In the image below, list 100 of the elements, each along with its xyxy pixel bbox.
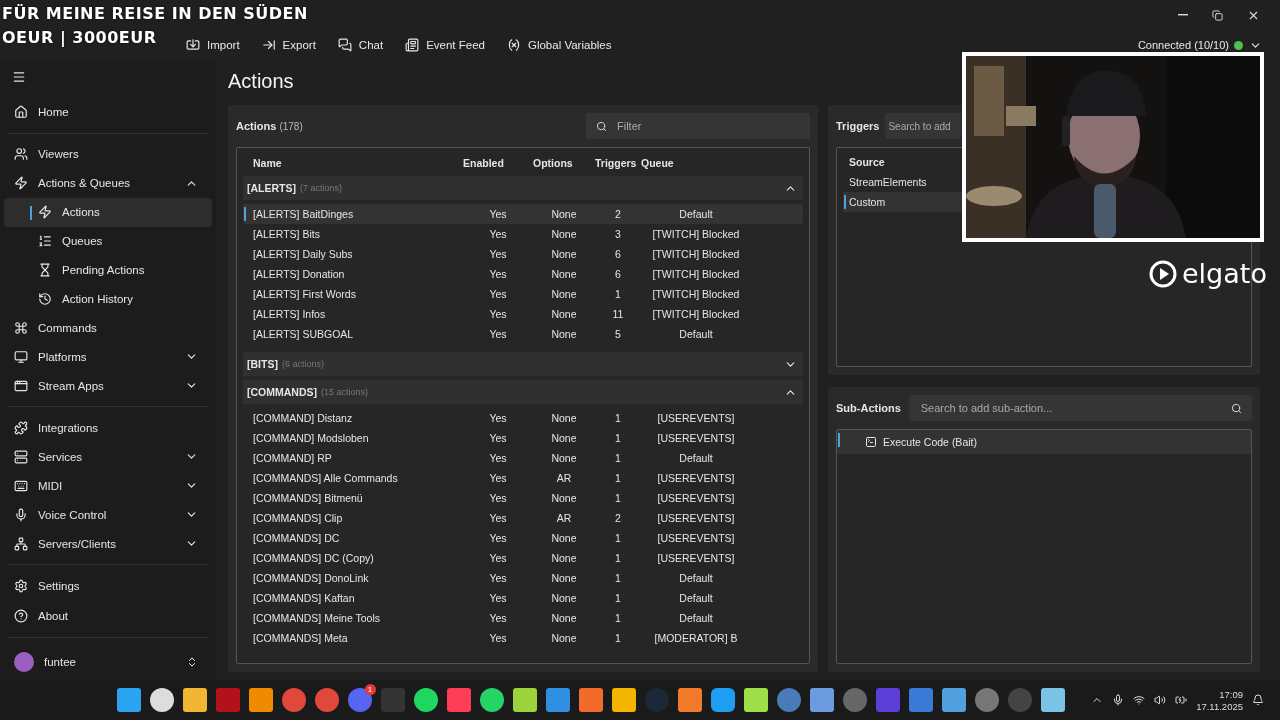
- toolbar-button[interactable]: Export: [250, 38, 327, 52]
- bell-icon[interactable]: [1252, 694, 1264, 706]
- app-icon[interactable]: [809, 688, 834, 712]
- app-icon[interactable]: [512, 688, 537, 712]
- menu-icon[interactable]: [12, 70, 26, 84]
- code-icon: [865, 436, 877, 448]
- sidebar-item[interactable]: Home: [4, 98, 212, 127]
- sidebar-item[interactable]: Commands: [4, 313, 212, 343]
- wifi-icon[interactable]: [1133, 694, 1146, 706]
- table-row[interactable]: [COMMANDS] DonoLink Yes None 1 Default: [243, 568, 803, 588]
- group-header[interactable]: [ALERTS] (7 actions): [243, 176, 803, 200]
- sidebar-item[interactable]: MIDI: [4, 471, 212, 501]
- sidebar-item[interactable]: Platforms: [4, 342, 212, 372]
- search-field[interactable]: Search to add: [885, 113, 962, 139]
- sidebar-item[interactable]: Queues: [4, 226, 212, 256]
- toolbar-button[interactable]: Event Feed: [394, 38, 496, 52]
- table-cell-text: Yes: [488, 328, 508, 340]
- group-count: (6 actions): [281, 359, 325, 369]
- table-cell-text: [COMMANDS] DonoLink: [253, 572, 370, 584]
- table-row[interactable]: [COMMAND] Distanz Yes None 1 [USEREVENTS]: [243, 408, 803, 428]
- minimize-button[interactable]: [1178, 14, 1188, 16]
- column-header[interactable]: Queue: [641, 157, 751, 169]
- column-header[interactable]: Triggers: [595, 157, 641, 169]
- filter-field[interactable]: Filter: [586, 113, 810, 139]
- sidebar-item[interactable]: Actions & Queues: [4, 168, 212, 198]
- sidebar-item[interactable]: Stream Apps: [4, 371, 212, 401]
- sidebar-item[interactable]: Services: [4, 442, 212, 472]
- table-row[interactable]: [COMMANDS] Meine Tools Yes None 1 Default: [243, 608, 803, 628]
- column-header[interactable]: Options: [533, 157, 595, 169]
- app-icon[interactable]: [677, 688, 702, 712]
- table-cell-text: Yes: [488, 592, 508, 604]
- app-icon[interactable]: [578, 688, 603, 712]
- command-icon: [14, 321, 28, 335]
- app-icon[interactable]: [116, 688, 141, 712]
- table-row[interactable]: [COMMANDS] Meta Yes None 1 [MODERATOR] B: [243, 628, 803, 648]
- table-cell-text: 1: [614, 612, 622, 624]
- list-icon: [38, 234, 52, 249]
- app-icon[interactable]: [479, 688, 504, 712]
- table-row[interactable]: [COMMANDS] Alle Commands Yes AR 1 [USEREVENTS]: [243, 468, 803, 488]
- app-icon[interactable]: [743, 688, 768, 712]
- table-row[interactable]: [COMMANDS] Clip Yes AR 2 [USEREVENTS]: [243, 508, 803, 528]
- table-cell-text: 1: [614, 632, 622, 644]
- app-icon[interactable]: [413, 688, 438, 712]
- app-icon[interactable]: [248, 688, 273, 712]
- table-row[interactable]: [ALERTS] Daily Subs Yes None 6 [TWITCH] Blocked: [243, 244, 803, 264]
- clock[interactable]: 17:09 17.11.2025: [1196, 688, 1243, 712]
- toolbar-button[interactable]: Global Variables: [495, 38, 623, 52]
- table-row[interactable]: [COMMAND] RP Yes None 1 Default: [243, 448, 803, 468]
- group-header[interactable]: [BITS] (6 actions): [243, 352, 803, 376]
- sidebar-item[interactable]: Integrations: [4, 413, 212, 443]
- battery-icon[interactable]: [1175, 694, 1188, 706]
- table-cell-text: 2: [614, 208, 622, 220]
- search-field[interactable]: Search to add: [888, 120, 959, 132]
- table-cell-text: Yes: [488, 432, 508, 444]
- table-row[interactable]: Custom: [843, 192, 963, 212]
- table-row[interactable]: [ALERTS] BaitDinges Yes None 2 Default: [243, 204, 803, 224]
- restore-button[interactable]: [1212, 9, 1223, 21]
- list-item[interactable]: Execute Code (Bait): [837, 430, 1251, 454]
- sidebar-item[interactable]: Voice Control: [4, 500, 212, 530]
- filter-field[interactable]: Filter: [615, 119, 800, 133]
- table-row[interactable]: [COMMANDS] Kaftan Yes None 1 Default: [243, 588, 803, 608]
- table-cell-text: None: [550, 228, 578, 240]
- app-icon[interactable]: [941, 688, 966, 712]
- table-row[interactable]: [ALERTS] SUBGOAL Yes None 5 Default: [243, 324, 803, 344]
- table-row[interactable]: [COMMANDS] DC Yes None 1 [USEREVENTS]: [243, 528, 803, 548]
- sidebar-item[interactable]: Actions: [4, 197, 212, 227]
- search-field[interactable]: Search to add sub-action...: [918, 401, 1223, 415]
- column-header[interactable]: Name: [253, 157, 463, 169]
- app-icon[interactable]: [710, 688, 735, 712]
- table-cell-text: AR: [555, 472, 573, 484]
- microphone-icon[interactable]: [1112, 694, 1125, 706]
- app-icon[interactable]: [1040, 688, 1065, 712]
- network-icon: [14, 536, 28, 551]
- column-header[interactable]: Source: [849, 156, 885, 168]
- table-row[interactable]: [COMMANDS] DC (Copy) Yes None 1 [USEREVENTS]: [243, 548, 803, 568]
- table-row[interactable]: [COMMANDS] Bitmenü Yes None 1 [USEREVENTS]: [243, 488, 803, 508]
- toolbar-button[interactable]: Chat: [326, 38, 395, 52]
- table-row[interactable]: StreamElements: [843, 172, 963, 192]
- sidebar-item[interactable]: About: [4, 601, 212, 631]
- app-icon[interactable]: [182, 688, 207, 712]
- user-switcher[interactable]: funtee: [4, 644, 212, 680]
- sidebar-item[interactable]: Settings: [4, 571, 212, 601]
- app-icon[interactable]: [611, 688, 636, 712]
- table-row[interactable]: [ALERTS] Bits Yes None 3 [TWITCH] Blocked: [243, 224, 803, 244]
- sidebar-item[interactable]: Pending Actions: [4, 255, 212, 285]
- table-cell-text: [TWITCH] Blocked: [651, 268, 741, 280]
- sidebar-item[interactable]: Action History: [4, 284, 212, 314]
- group-header[interactable]: [COMMANDS] (15 actions): [243, 380, 803, 404]
- table-row[interactable]: [ALERTS] Infos Yes None 11 [TWITCH] Blocked: [243, 304, 803, 324]
- table-row[interactable]: [ALERTS] First Words Yes None 1 [TWITCH] Blocked: [243, 284, 803, 304]
- table-row[interactable]: [ALERTS] Donation Yes None 6 [TWITCH] Blocked: [243, 264, 803, 284]
- app-icon[interactable]: [149, 688, 174, 712]
- table-cell-text: [COMMANDS] Meine Tools: [253, 612, 381, 624]
- column-header[interactable]: Enabled: [463, 157, 533, 169]
- search-field[interactable]: Search to add sub-action...: [908, 395, 1252, 421]
- toolbar-button[interactable]: Import: [175, 38, 251, 52]
- table-row[interactable]: [COMMAND] Modsloben Yes None 1 [USEREVENTS]: [243, 428, 803, 448]
- sidebar-item[interactable]: Viewers: [4, 139, 212, 169]
- speaker-icon[interactable]: [1154, 694, 1167, 706]
- sidebar-item[interactable]: Servers/Clients: [4, 529, 212, 558]
